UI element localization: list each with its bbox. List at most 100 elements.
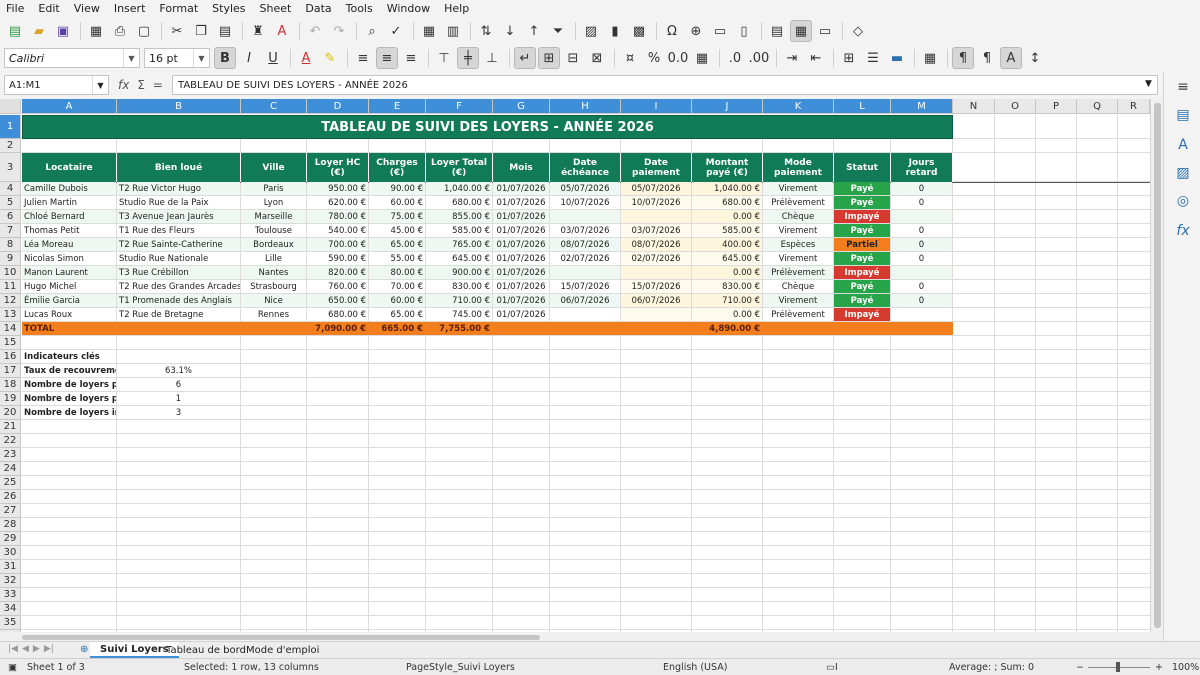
table-cell[interactable]: 80.00 € <box>369 266 425 279</box>
column-header-e[interactable]: E <box>369 99 426 114</box>
table-cell[interactable]: 65.00 € <box>369 238 425 251</box>
table-cell[interactable]: 0 <box>891 294 952 307</box>
menu-item-sheet[interactable]: Sheet <box>260 2 292 15</box>
table-cell[interactable]: Manon Laurent <box>22 266 116 279</box>
table-cell[interactable]: 540.00 € <box>307 224 368 237</box>
row-header[interactable]: 19 <box>0 392 21 406</box>
column-title[interactable]: Mode paiement <box>763 153 834 182</box>
table-cell[interactable]: Chèque <box>763 210 833 223</box>
column-header-i[interactable]: I <box>621 99 692 114</box>
row-header[interactable]: 22 <box>0 434 21 448</box>
zoom-in-icon[interactable]: + <box>1155 662 1163 673</box>
hyperlink-icon[interactable]: ⊕ <box>685 20 707 42</box>
sheet-title[interactable]: TABLEAU DE SUIVI DES LOYERS - ANNÉE 2026 <box>22 115 953 139</box>
table-cell[interactable]: 75.00 € <box>369 210 425 223</box>
special-character-icon[interactable]: Ω <box>661 20 683 42</box>
status-badge[interactable]: Payé <box>834 252 890 265</box>
functions-icon[interactable]: fx <box>1173 221 1193 241</box>
menu-item-insert[interactable]: Insert <box>114 2 146 15</box>
decrease-indent-icon[interactable]: ⇤ <box>805 47 827 69</box>
table-cell[interactable] <box>550 266 620 279</box>
column-header-n[interactable]: N <box>953 99 995 114</box>
table-cell[interactable] <box>621 266 691 279</box>
table-cell[interactable]: 620.00 € <box>307 196 368 209</box>
status-badge[interactable]: Payé <box>834 196 890 209</box>
column-header-m[interactable]: M <box>891 99 953 114</box>
row-header[interactable]: 17 <box>0 364 21 378</box>
table-cell[interactable]: 680.00 € <box>307 308 368 321</box>
prev-sheet-icon[interactable]: ◀ <box>22 644 29 654</box>
percent-icon[interactable]: % <box>643 47 665 69</box>
row-header[interactable]: 4 <box>0 182 21 196</box>
table-cell[interactable]: 400.00 € <box>692 238 762 251</box>
row-header[interactable]: 3 <box>0 153 21 182</box>
column-header-b[interactable]: B <box>117 99 241 114</box>
sort-ascending-icon[interactable]: ↓ <box>499 20 521 42</box>
status-badge[interactable]: Impayé <box>834 266 890 279</box>
table-cell[interactable]: 830.00 € <box>692 280 762 293</box>
column-header-p[interactable]: P <box>1036 99 1077 114</box>
delete-decimal-icon[interactable]: .00 <box>748 47 770 69</box>
freeze-rows-columns-icon[interactable]: ▦ <box>790 20 812 42</box>
font-color-icon[interactable]: A <box>295 47 317 69</box>
menu-item-view[interactable]: View <box>74 2 100 15</box>
menu-item-edit[interactable]: Edit <box>38 2 59 15</box>
table-cell[interactable]: 780.00 € <box>307 210 368 223</box>
undo-icon[interactable]: ↶ <box>304 20 326 42</box>
row-header[interactable]: 32 <box>0 574 21 588</box>
table-cell[interactable]: 0.00 € <box>692 308 762 321</box>
sidebar-menu-icon[interactable]: ≡ <box>1173 77 1193 97</box>
row-header[interactable]: 14 <box>0 322 21 336</box>
menu-item-format[interactable]: Format <box>159 2 198 15</box>
spreadsheet-grid[interactable]: A B C D E F G H I J K L M N O P Q R 1 2 3 4 5 6 7 8 9 10 11 12 13 14 15 1… <box>0 99 1150 632</box>
formula-icon[interactable]: = <box>153 78 163 92</box>
table-cell[interactable]: 820.00 € <box>307 266 368 279</box>
column-header-l[interactable]: L <box>834 99 891 114</box>
vertical-scrollbar[interactable] <box>1150 99 1163 632</box>
table-cell[interactable]: 08/07/2026 <box>621 238 691 251</box>
table-cell[interactable]: T1 Promenade des Anglais <box>117 294 240 307</box>
table-cell[interactable]: 0 <box>891 196 952 209</box>
table-cell[interactable]: Camille Dubois <box>22 182 116 195</box>
print-icon[interactable]: ⎙ <box>109 20 131 42</box>
table-cell[interactable]: Nicolas Simon <box>22 252 116 265</box>
table-cell[interactable]: Julien Martin <box>22 196 116 209</box>
table-cell[interactable]: 05/07/2026 <box>550 182 620 195</box>
table-cell[interactable]: 950.00 € <box>307 182 368 195</box>
insert-image-icon[interactable]: ▨ <box>580 20 602 42</box>
table-cell[interactable]: 700.00 € <box>307 238 368 251</box>
save-icon[interactable]: ▣ <box>52 20 74 42</box>
autofilter-icon[interactable]: ⏷ <box>547 20 569 42</box>
table-cell[interactable]: T2 Rue Sainte-Catherine <box>117 238 240 251</box>
row-header[interactable]: 13 <box>0 308 21 322</box>
row-header[interactable]: 23 <box>0 448 21 462</box>
conditional-format-icon[interactable]: ▦ <box>919 47 941 69</box>
find-replace-icon[interactable]: ⌕ <box>361 20 383 42</box>
bold-icon[interactable]: B <box>214 47 236 69</box>
row-header[interactable]: 6 <box>0 210 21 224</box>
indicator-label[interactable]: Nombre de loyers partiels <box>22 392 116 405</box>
column-header-c[interactable]: C <box>241 99 307 114</box>
styles-icon[interactable]: A <box>1173 135 1193 155</box>
table-cell[interactable]: Lille <box>241 252 306 265</box>
column-title[interactable]: Ville <box>241 153 307 182</box>
table-cell[interactable]: 650.00 € <box>307 294 368 307</box>
column-header-j[interactable]: J <box>692 99 763 114</box>
total-cell[interactable]: 7,090.00 € <box>307 322 368 335</box>
column-header-o[interactable]: O <box>995 99 1036 114</box>
row-header[interactable]: 20 <box>0 406 21 420</box>
table-cell[interactable]: T3 Avenue Jean Jaurès <box>117 210 240 223</box>
total-cell[interactable]: 665.00 € <box>369 322 425 335</box>
table-cell[interactable] <box>550 308 620 321</box>
export-pdf-icon[interactable]: ▦ <box>85 20 107 42</box>
table-cell[interactable]: Thomas Petit <box>22 224 116 237</box>
total-cell[interactable]: 4,890.00 € <box>692 322 762 335</box>
zoom-level[interactable]: 100% <box>1172 662 1199 673</box>
zoom-out-icon[interactable]: − <box>1076 662 1084 673</box>
font-size-combo[interactable]: 16 pt ▼ <box>144 48 210 68</box>
table-cell[interactable]: 06/07/2026 <box>550 294 620 307</box>
row-header[interactable]: 9 <box>0 252 21 266</box>
gallery-icon[interactable]: ▨ <box>1173 163 1193 183</box>
column-title[interactable]: Charges (€) <box>369 153 426 182</box>
menu-item-window[interactable]: Window <box>387 2 430 15</box>
